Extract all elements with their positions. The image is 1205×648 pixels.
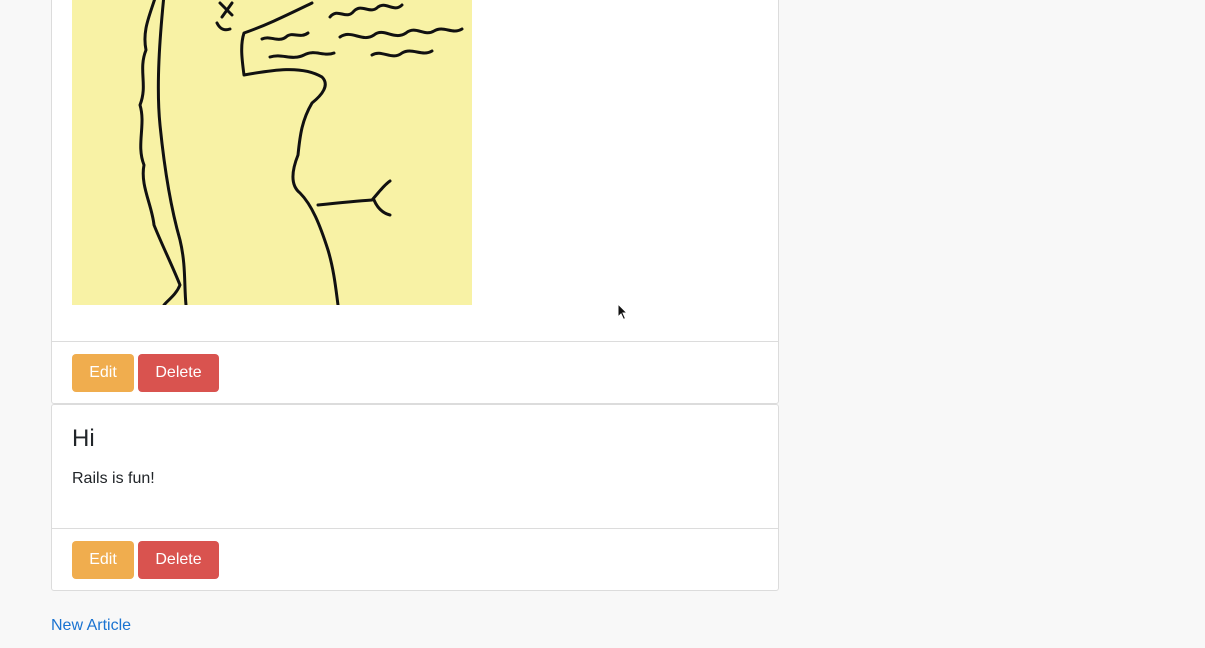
delete-button[interactable]: Delete [138,354,219,392]
article-card: Edit Delete [51,0,779,404]
sticky-note-drawing [138,0,464,305]
new-article-link[interactable]: New Article [51,617,131,635]
mouse-cursor-icon [617,303,629,321]
article-image [72,0,472,305]
article-card-body: Hi Rails is fun! [52,405,778,528]
article-card-body [52,0,778,341]
article-card: Hi Rails is fun! Edit Delete [51,404,779,591]
delete-button[interactable]: Delete [138,541,219,579]
page: Edit Delete Hi Rails is fun! Edit Delete… [0,0,1205,648]
article-body: Rails is fun! [72,470,155,487]
article-card-footer: Edit Delete [52,528,778,590]
article-card-footer: Edit Delete [52,341,778,403]
article-title: Hi [72,425,95,452]
edit-button[interactable]: Edit [72,354,134,392]
edit-button[interactable]: Edit [72,541,134,579]
